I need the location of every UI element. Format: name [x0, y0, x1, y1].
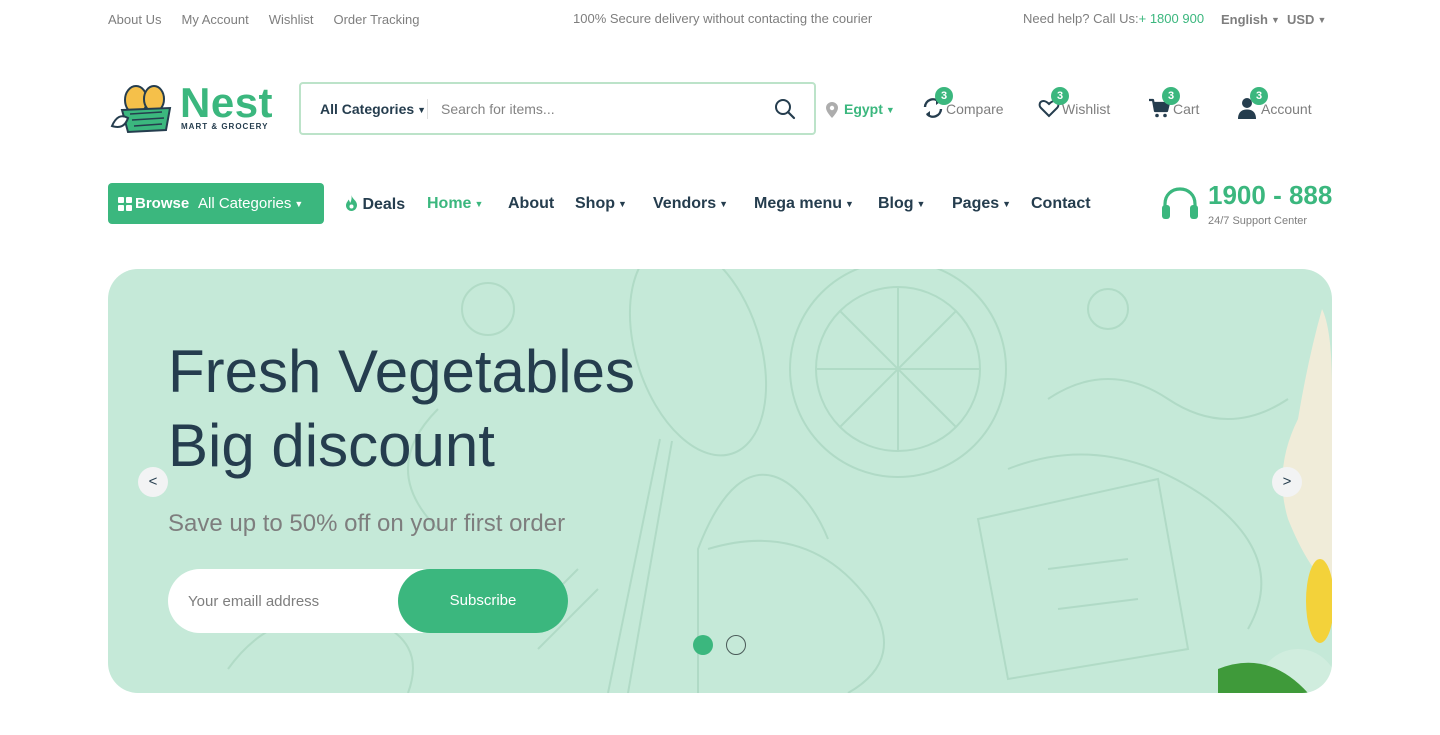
search-input[interactable]: [441, 97, 761, 121]
browse-label: Browse: [135, 195, 190, 212]
nav-blog[interactable]: Blog ▼: [878, 195, 925, 213]
slider-dot[interactable]: [726, 635, 746, 655]
chevron-down-icon: ▼: [885, 105, 895, 115]
top-link-my-account[interactable]: My Account: [181, 12, 248, 27]
chevron-down-icon: ▼: [294, 199, 304, 209]
map-pin-icon: [826, 102, 838, 118]
nav-vendors[interactable]: Vendors ▼: [653, 195, 728, 213]
nav-deals[interactable]: Deals: [345, 195, 405, 214]
nav-mega-menu[interactable]: Mega menu ▼: [754, 195, 854, 213]
grid-icon: [118, 197, 132, 211]
email-field[interactable]: [188, 589, 388, 613]
language-label: English: [1221, 12, 1268, 27]
search-category-label: All Categories: [320, 101, 415, 117]
slider-dot[interactable]: [693, 635, 713, 655]
subscribe-button[interactable]: Subscribe: [398, 569, 568, 633]
hero-title-line1: Fresh Vegetables: [168, 338, 635, 405]
account-label: Account: [1261, 101, 1312, 117]
top-bar: About Us My Account Wishlist Order Track…: [0, 0, 1440, 40]
chevron-down-icon: ▼: [417, 105, 427, 115]
nav-pages[interactable]: Pages ▼: [952, 195, 1011, 213]
chevron-down-icon: ▼: [1317, 15, 1327, 25]
chevron-down-icon: ▼: [1270, 15, 1280, 25]
location-value-wrap: Egypt ▼: [844, 101, 895, 117]
support-center: 1900 - 888 24/7 Support Center: [1160, 180, 1335, 232]
location-value: Egypt: [844, 101, 883, 117]
nav-vendors-label: Vendors: [653, 195, 717, 212]
nav-mega-menu-label: Mega menu: [754, 195, 843, 212]
basket-logo-icon: [110, 85, 172, 134]
support-label: 24/7 Support Center: [1208, 215, 1308, 227]
nav-about[interactable]: About: [508, 195, 554, 213]
logo[interactable]: Nest MART & GROCERY: [108, 82, 283, 138]
chevron-down-icon: ▼: [618, 199, 627, 209]
logo-name: Nest: [180, 79, 274, 126]
top-link-about-us[interactable]: About Us: [108, 12, 161, 27]
chevron-down-icon: ▼: [845, 199, 854, 209]
search-bar: All Categories ▼: [299, 82, 816, 135]
top-link-wishlist[interactable]: Wishlist: [269, 12, 314, 27]
top-links: About Us My Account Wishlist Order Track…: [108, 12, 419, 27]
nav-shop-label: Shop: [575, 195, 615, 212]
hero-title: Fresh Vegetables Big discount: [168, 335, 635, 483]
chevron-down-icon: ▼: [474, 199, 484, 209]
nav-shop[interactable]: Shop ▼: [575, 195, 627, 213]
browse-categories-button[interactable]: Browse All Categories ▼: [108, 183, 324, 224]
newsletter-form: Subscribe: [168, 569, 568, 633]
currency-selector[interactable]: USD ▼: [1287, 12, 1326, 27]
logo-tagline: MART & GROCERY: [181, 122, 269, 131]
browse-categories-label-wrap: All Categories ▼: [198, 195, 303, 212]
top-link-order-tracking[interactable]: Order Tracking: [333, 12, 419, 27]
nav-pages-label: Pages: [952, 195, 1000, 212]
nav-home[interactable]: Home ▼: [427, 195, 483, 213]
wishlist-label: Wishlist: [1062, 101, 1111, 117]
help-phone-link[interactable]: + 1800 900: [1139, 11, 1204, 26]
help-text: Need help? Call Us:+ 1800 900: [1023, 11, 1204, 26]
nav-blog-label: Blog: [878, 195, 914, 212]
headset-icon: [1162, 187, 1198, 219]
help-label: Need help? Call Us:: [1023, 11, 1139, 26]
hero-title-line2: Big discount: [168, 412, 495, 479]
slider-next-button[interactable]: >: [1272, 467, 1302, 497]
chevron-down-icon: ▼: [1002, 199, 1012, 209]
search-category-select[interactable]: All Categories ▼: [320, 101, 426, 117]
search-icon[interactable]: [773, 97, 797, 121]
chevron-down-icon: ▼: [916, 199, 926, 209]
hero-slider: Fresh Vegetables Big discount Save up to…: [108, 269, 1332, 693]
support-phone[interactable]: 1900 - 888: [1208, 180, 1332, 211]
chevron-down-icon: ▼: [719, 199, 729, 209]
browse-categories-label: All Categories: [198, 195, 292, 212]
search-divider: [427, 99, 428, 119]
flame-icon: [346, 195, 357, 211]
nav-deals-label: Deals: [362, 196, 406, 213]
compare-label: Compare: [946, 101, 1004, 117]
nav-home-label: Home: [427, 195, 472, 212]
language-selector[interactable]: English ▼: [1221, 12, 1280, 27]
nav-contact-label: Contact: [1031, 195, 1091, 212]
currency-label: USD: [1287, 12, 1315, 27]
slider-prev-button[interactable]: <: [138, 467, 168, 497]
nav-about-label: About: [508, 195, 555, 212]
promo-text: 100% Secure delivery without contacting …: [573, 11, 873, 26]
cart-label: Cart: [1173, 101, 1200, 117]
nav-contact[interactable]: Contact: [1031, 195, 1091, 213]
hero-subtitle: Save up to 50% off on your first order: [168, 510, 566, 537]
